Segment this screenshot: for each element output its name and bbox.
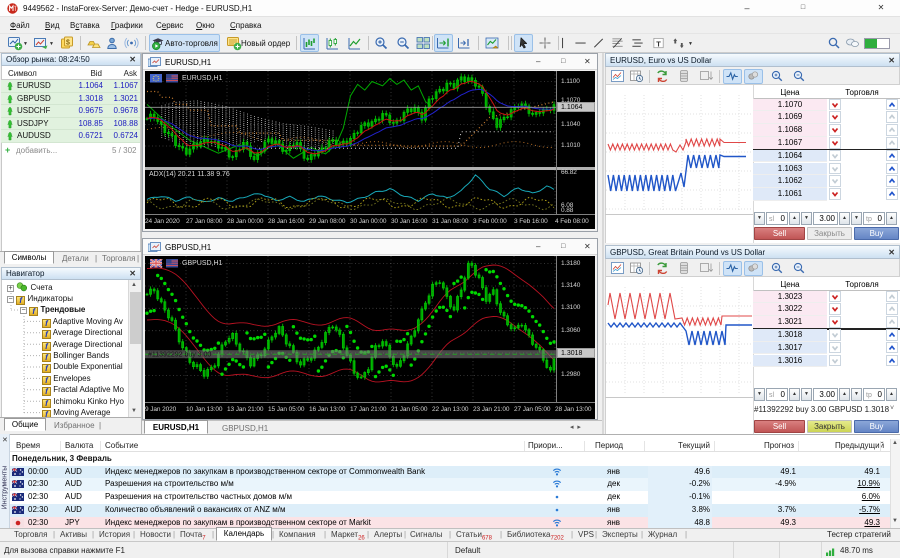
svg-text:#11392292 buy 3.00: #11392292 buy 3.00	[148, 352, 211, 359]
svg-text:$: $	[66, 40, 70, 47]
svg-text:T: T	[656, 39, 661, 48]
